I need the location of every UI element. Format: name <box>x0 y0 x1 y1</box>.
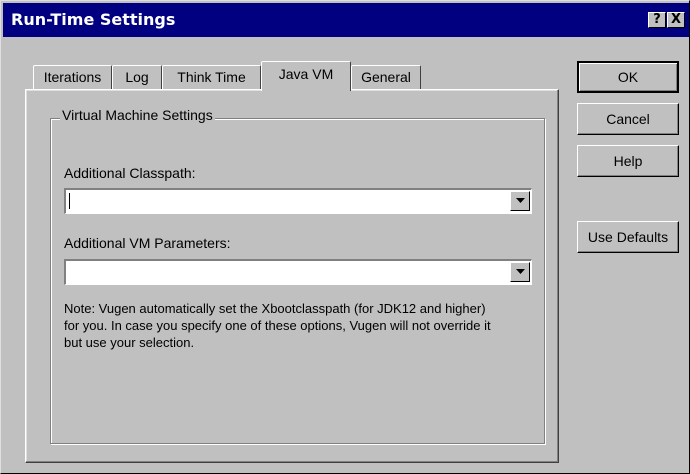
classpath-label: Additional Classpath: <box>64 165 196 181</box>
vm-parameters-combobox[interactable] <box>64 259 532 285</box>
help-button[interactable]: Help <box>577 145 679 177</box>
text-caret <box>69 193 70 209</box>
tab-java-vm[interactable]: Java VM <box>261 61 351 91</box>
help-title-button[interactable]: ? <box>648 12 666 28</box>
tab-think-time[interactable]: Think Time <box>162 65 261 89</box>
run-time-settings-dialog: Run-Time Settings ? X Iterations Log Thi… <box>0 0 690 474</box>
dialog-title: Run-Time Settings <box>11 10 176 29</box>
java-vm-panel: Virtual Machine Settings Additional Clas… <box>25 89 559 463</box>
ok-button[interactable]: OK <box>577 61 679 93</box>
cancel-button[interactable]: Cancel <box>577 103 679 135</box>
chevron-down-icon[interactable] <box>510 262 530 282</box>
classpath-combobox[interactable] <box>64 188 532 214</box>
tab-iterations[interactable]: Iterations <box>33 65 112 89</box>
close-icon[interactable]: X <box>667 12 685 28</box>
vm-parameters-label: Additional VM Parameters: <box>64 235 231 251</box>
tab-general[interactable]: General <box>351 65 421 89</box>
use-defaults-button[interactable]: Use Defaults <box>577 221 679 253</box>
group-title: Virtual Machine Settings <box>60 107 215 123</box>
note-text: Note: Vugen automatically set the Xbootc… <box>64 301 491 350</box>
chevron-down-icon[interactable] <box>510 191 530 211</box>
tab-log[interactable]: Log <box>112 65 162 89</box>
title-bar[interactable]: Run-Time Settings ? X <box>3 3 689 37</box>
